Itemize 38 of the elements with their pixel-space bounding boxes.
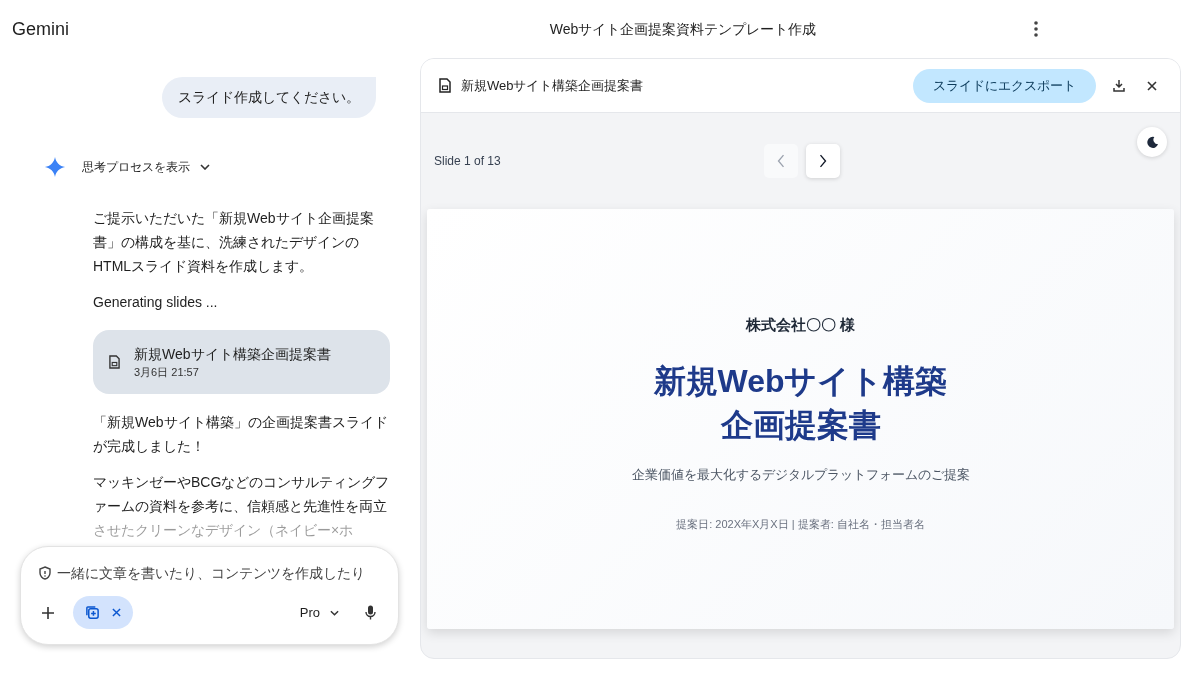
download-icon[interactable] [1113, 79, 1125, 92]
canvas-icon [85, 605, 100, 620]
chevron-right-icon [818, 153, 828, 169]
dark-mode-toggle[interactable] [1137, 127, 1167, 157]
document-date: 3月6日 21:57 [134, 365, 200, 380]
slide-title: 新規Webサイト構築 [653, 361, 948, 401]
sparkle-icon [44, 156, 66, 178]
prompt-field[interactable]: 一緒に文章を書いたり、コンテンツを作成したり [39, 561, 380, 585]
response-text: 「新規Webサイト構築」の企画提案書スライドが完成しました！ [93, 413, 389, 456]
slide-meta: 提案日: 202X年X月X日 | 提案者: 自社名・担当者名 [676, 517, 925, 532]
slide-client-name: 株式会社〇〇 様 [745, 315, 856, 335]
more-options-icon[interactable] [1034, 21, 1038, 37]
shield-icon [39, 566, 51, 580]
microphone-icon[interactable] [365, 605, 376, 620]
response-text: Generating slides ... [93, 293, 219, 312]
app-name: Gemini [12, 17, 70, 41]
user-message: スライド作成してください。 [162, 77, 376, 118]
thinking-toggle[interactable]: 思考プロセスを表示 [82, 158, 210, 176]
document-card[interactable]: 新規Webサイト構築企画提案書 3月6日 21:57 [93, 330, 390, 394]
slide-subtitle: 企業価値を最大化するデジタルプラットフォームのご提案 [631, 465, 970, 484]
document-icon [439, 78, 451, 93]
moon-icon [1145, 135, 1159, 149]
export-to-slides-button[interactable]: スライドにエクスポート [913, 68, 1096, 103]
document-icon [109, 355, 120, 369]
chevron-icon [200, 164, 210, 170]
response-text: マッキンゼーやBCGなどのコンサルティングファームの資料を参考に、信頼感と先進性を両立させたクリーンなデザイン（ネイビー×ホ [93, 473, 390, 540]
add-icon[interactable] [41, 605, 55, 620]
chevron-icon [330, 609, 339, 616]
close-icon[interactable] [1147, 80, 1157, 91]
document-title: 新規Webサイト構築企画提案書 [461, 76, 644, 95]
slide-title: 企画提案書 [720, 405, 881, 445]
conversation-title: Webサイト企画提案資料テンプレート作成 [548, 19, 818, 39]
response-text: ご提示いただいた「新規Webサイト企画提案書」の構成を基に、洗練されたデザインのHTMLスライド資料を作成します。 [93, 209, 375, 276]
canvas-tool-chip[interactable] [73, 596, 133, 629]
chevron-left-icon [776, 153, 786, 169]
document-title: 新規Webサイト構築企画提案書 [134, 345, 331, 364]
slide-counter: Slide 1 of 13 [434, 153, 502, 170]
model-selector[interactable]: Pro [299, 602, 339, 623]
